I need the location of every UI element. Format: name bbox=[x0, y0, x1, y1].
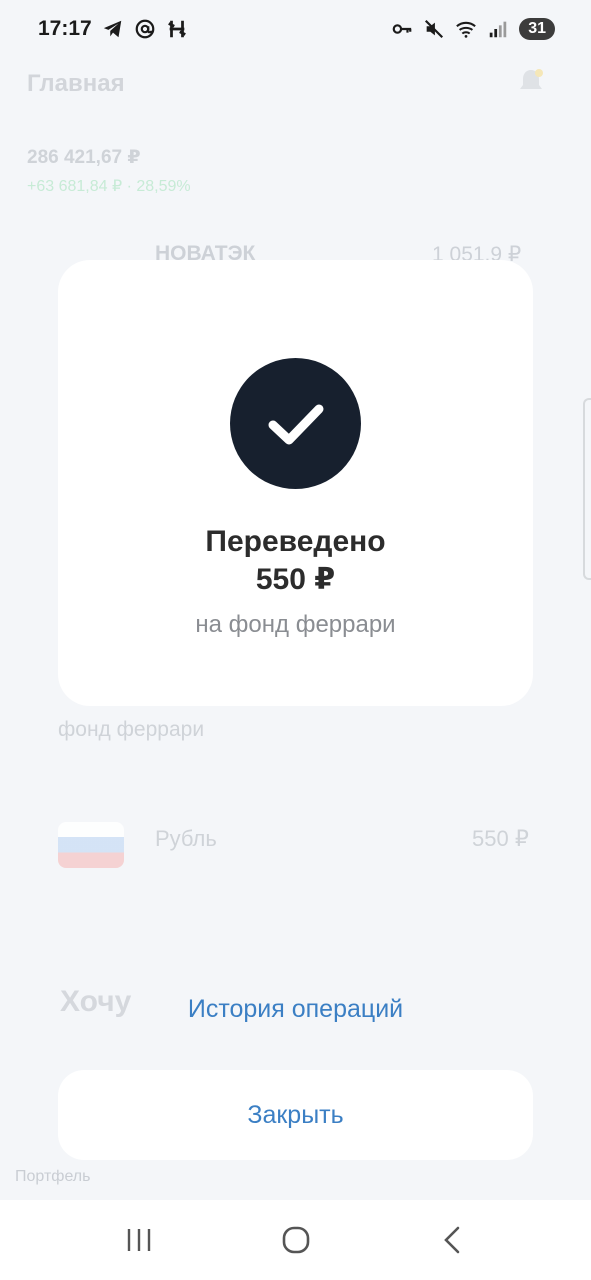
close-button[interactable]: Закрыть bbox=[58, 1070, 533, 1160]
checkmark-icon bbox=[268, 404, 323, 444]
battery-indicator: 31 bbox=[519, 18, 555, 40]
operation-history-link[interactable]: История операций bbox=[0, 995, 591, 1024]
back-icon bbox=[443, 1226, 459, 1254]
bg-portfolio-tab: Портфель bbox=[15, 1168, 91, 1185]
success-recipient: на фонд феррари bbox=[195, 611, 396, 638]
bg-fund-name: фонд феррари bbox=[58, 718, 205, 741]
status-bar: 17:17 31 bbox=[0, 0, 591, 58]
bg-change: +63 681,84 ₽ · 28,59% bbox=[27, 178, 191, 195]
success-title: Переведено bbox=[205, 525, 386, 558]
recent-apps-icon bbox=[127, 1229, 150, 1251]
back-button[interactable] bbox=[423, 1210, 483, 1270]
signal-icon bbox=[489, 21, 507, 38]
status-time: 17:17 bbox=[38, 17, 92, 40]
home-button[interactable] bbox=[266, 1210, 326, 1270]
mute-icon bbox=[425, 19, 444, 39]
success-amount: 550 ₽ bbox=[255, 563, 336, 596]
key-icon bbox=[392, 24, 412, 34]
bg-rub-value: 550 ₽ bbox=[472, 826, 529, 851]
wifi-icon bbox=[456, 21, 477, 38]
bg-rub-label: Рубль bbox=[155, 826, 217, 851]
scroll-handle bbox=[583, 398, 591, 580]
system-nav-bar bbox=[0, 1200, 591, 1280]
bg-balance: 286 421,67 ₽ bbox=[27, 147, 141, 168]
recent-apps-button[interactable] bbox=[109, 1210, 169, 1270]
success-card: Переведено 550 ₽ на фонд феррари bbox=[58, 260, 533, 706]
app-h-icon bbox=[167, 20, 186, 38]
screen: Главная 286 421,67 ₽ +63 681,84 ₽ · 28,5… bbox=[0, 0, 591, 1280]
russia-flag-icon bbox=[58, 822, 124, 868]
bg-page-title: Главная bbox=[27, 70, 125, 97]
success-check-circle bbox=[230, 358, 361, 489]
bell-icon bbox=[520, 69, 543, 89]
telegram-icon bbox=[103, 20, 121, 38]
at-icon bbox=[135, 19, 155, 39]
home-icon bbox=[282, 1226, 309, 1254]
